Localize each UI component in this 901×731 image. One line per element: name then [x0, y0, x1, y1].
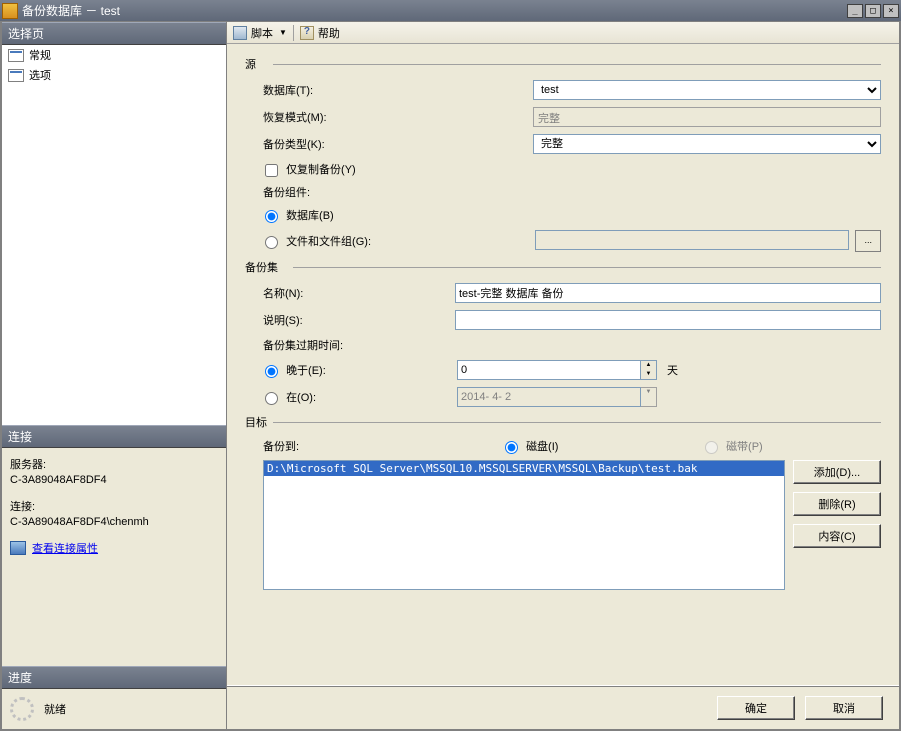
destination-group-label: 目标 — [245, 417, 273, 429]
progress-header: 进度 — [2, 666, 226, 689]
disk-radio[interactable]: 磁盘(I) — [505, 438, 705, 454]
help-icon — [300, 26, 314, 40]
connection-header: 连接 — [2, 425, 226, 448]
days-unit-label: 天 — [667, 362, 678, 378]
tape-radio: 磁带(P) — [705, 438, 763, 454]
backupset-name-input[interactable] — [455, 283, 881, 303]
connection-props-icon — [10, 541, 26, 555]
backupset-desc-label: 说明(S): — [263, 312, 455, 328]
server-label: 服务器: — [10, 456, 218, 472]
left-panel: 选择页 常规 选项 连接 服务器: C-3A89048AF8DF4 连接: C-… — [2, 22, 227, 729]
script-icon — [233, 26, 247, 40]
connection-value: C-3A89048AF8DF4\chenmh — [10, 516, 218, 528]
date-dropdown-button: ▼ — [641, 388, 656, 406]
progress-spinner-icon — [10, 697, 34, 721]
destination-listbox[interactable]: D:\Microsoft SQL Server\MSSQL10.MSSQLSER… — [263, 460, 785, 590]
select-page-header: 选择页 — [2, 22, 226, 45]
connection-label: 连接: — [10, 498, 218, 514]
script-button[interactable]: 脚本 — [251, 25, 273, 41]
backup-type-label: 备份类型(K): — [263, 136, 533, 152]
recovery-mode-label: 恢复模式(M): — [263, 109, 533, 125]
close-button[interactable]: × — [883, 4, 899, 18]
expire-after-days-input[interactable] — [457, 360, 641, 380]
add-destination-button[interactable]: 添加(D)... — [793, 460, 881, 484]
sidebar-item-options[interactable]: 选项 — [2, 65, 226, 85]
view-connection-props-link[interactable]: 查看连接属性 — [32, 540, 98, 556]
window-title: 备份数据库 － test — [22, 2, 847, 19]
backup-to-label: 备份到: — [263, 438, 455, 454]
component-filegroup-radio[interactable]: 文件和文件组(G): — [265, 236, 371, 248]
backup-type-select[interactable]: 完整 — [533, 134, 881, 154]
filegroup-browse-button[interactable]: ... — [855, 230, 881, 252]
filegroup-input — [535, 230, 849, 250]
server-value: C-3A89048AF8DF4 — [10, 474, 218, 486]
backupset-group-label: 备份集 — [245, 262, 284, 274]
backup-database-dialog: 备份数据库 － test _ □ × 选择页 常规 选项 连接 服务器: — [0, 0, 901, 731]
maximize-button[interactable]: □ — [865, 4, 881, 18]
page-icon — [8, 49, 24, 62]
help-button[interactable]: 帮助 — [318, 25, 340, 41]
remove-destination-button[interactable]: 删除(R) — [793, 492, 881, 516]
component-database-radio[interactable]: 数据库(B) — [265, 207, 334, 223]
minimize-button[interactable]: _ — [847, 4, 863, 18]
spinner-up-button[interactable]: ▲ — [641, 361, 656, 370]
sidebar-item-label: 常规 — [29, 47, 51, 63]
expire-after-radio[interactable]: 晚于(E): — [265, 365, 326, 377]
backup-components-label: 备份组件: — [263, 184, 533, 200]
toolbar: 脚本 ▼ 帮助 — [227, 22, 899, 44]
recovery-mode-value: 完整 — [533, 107, 881, 127]
backupset-desc-input[interactable] — [455, 310, 881, 330]
spinner-down-button[interactable]: ▼ — [641, 370, 656, 379]
database-label: 数据库(T): — [263, 82, 533, 98]
sidebar-item-general[interactable]: 常规 — [2, 45, 226, 65]
sidebar-item-label: 选项 — [29, 67, 51, 83]
cancel-button[interactable]: 取消 — [805, 696, 883, 720]
backupset-name-label: 名称(N): — [263, 285, 455, 301]
app-icon — [2, 3, 18, 19]
backupset-expiry-label: 备份集过期时间: — [263, 337, 533, 353]
ok-button[interactable]: 确定 — [717, 696, 795, 720]
copy-only-checkbox[interactable]: 仅复制备份(Y) — [265, 161, 356, 177]
progress-status: 就绪 — [44, 701, 66, 717]
right-panel: 脚本 ▼ 帮助 源 数据库(T): test — [227, 22, 899, 729]
destination-path-item[interactable]: D:\Microsoft SQL Server\MSSQL10.MSSQLSER… — [264, 461, 784, 476]
titlebar[interactable]: 备份数据库 － test _ □ × — [0, 0, 901, 21]
expire-on-radio[interactable]: 在(O): — [265, 392, 316, 404]
contents-button[interactable]: 内容(C) — [793, 524, 881, 548]
source-group-label: 源 — [245, 59, 262, 71]
expire-on-date-input — [457, 387, 641, 407]
toolbar-separator — [293, 25, 294, 41]
dialog-footer: 确定 取消 — [227, 685, 899, 729]
chevron-down-icon[interactable]: ▼ — [279, 28, 287, 37]
database-select[interactable]: test — [533, 80, 881, 100]
page-icon — [8, 69, 24, 82]
